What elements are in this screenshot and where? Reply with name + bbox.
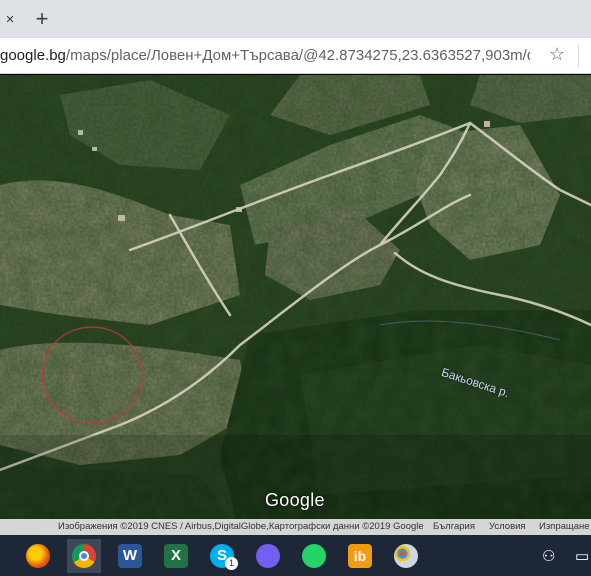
tab-strip: × +: [0, 0, 591, 38]
people-icon[interactable]: ⚇: [542, 547, 555, 565]
whatsapp-icon: [302, 544, 326, 568]
browser-toolbar: google.bg/maps/place/Ловен+Дом+Търсава/@…: [0, 38, 591, 74]
viber-icon: [256, 544, 280, 568]
taskbar-ibooks[interactable]: ib: [343, 539, 377, 573]
terms-link[interactable]: Условия: [489, 519, 526, 535]
taskbar-word[interactable]: W: [113, 539, 147, 573]
taskbar-paint[interactable]: [389, 539, 423, 573]
google-logo: Google: [265, 490, 325, 510]
tab-close-icon[interactable]: ×: [0, 9, 20, 31]
taskbar: W X S 1 ib ⚇ ▭: [0, 535, 591, 576]
taskbar-firefox[interactable]: [21, 539, 55, 573]
map-attribution-bar: Изображения ©2019 CNES / Airbus,DigitalG…: [0, 519, 591, 535]
map-imagery: [0, 75, 591, 535]
bookmark-star-icon[interactable]: ☆: [549, 44, 565, 65]
notification-icon[interactable]: ▭: [575, 547, 589, 565]
taskbar-chrome[interactable]: [67, 539, 101, 573]
ibooks-icon: ib: [348, 544, 372, 568]
satellite-map[interactable]: Бакьовска р.: [0, 75, 591, 535]
excel-icon: X: [164, 544, 188, 568]
new-tab-button[interactable]: +: [30, 8, 54, 32]
imagery-attribution: Изображения ©2019 CNES / Airbus,DigitalG…: [58, 521, 424, 532]
skype-badge: 1: [225, 557, 238, 570]
toolbar-divider: [578, 44, 591, 68]
taskbar-whatsapp[interactable]: [297, 539, 331, 573]
country-link[interactable]: България: [433, 519, 475, 535]
address-bar[interactable]: google.bg/maps/place/Ловен+Дом+Търсава/@…: [0, 47, 530, 64]
url-path: /maps/place/Ловен+Дом+Търсава/@42.873427…: [65, 47, 530, 64]
taskbar-excel[interactable]: X: [159, 539, 193, 573]
url-host: google.bg: [0, 47, 66, 64]
word-icon: W: [118, 544, 142, 568]
taskbar-viber[interactable]: [251, 539, 285, 573]
taskbar-skype[interactable]: S 1: [205, 539, 239, 573]
firefox-icon: [26, 544, 50, 568]
feedback-link[interactable]: Изпращане: [539, 519, 590, 535]
chrome-icon: [72, 544, 96, 568]
paint-icon: [394, 544, 418, 568]
